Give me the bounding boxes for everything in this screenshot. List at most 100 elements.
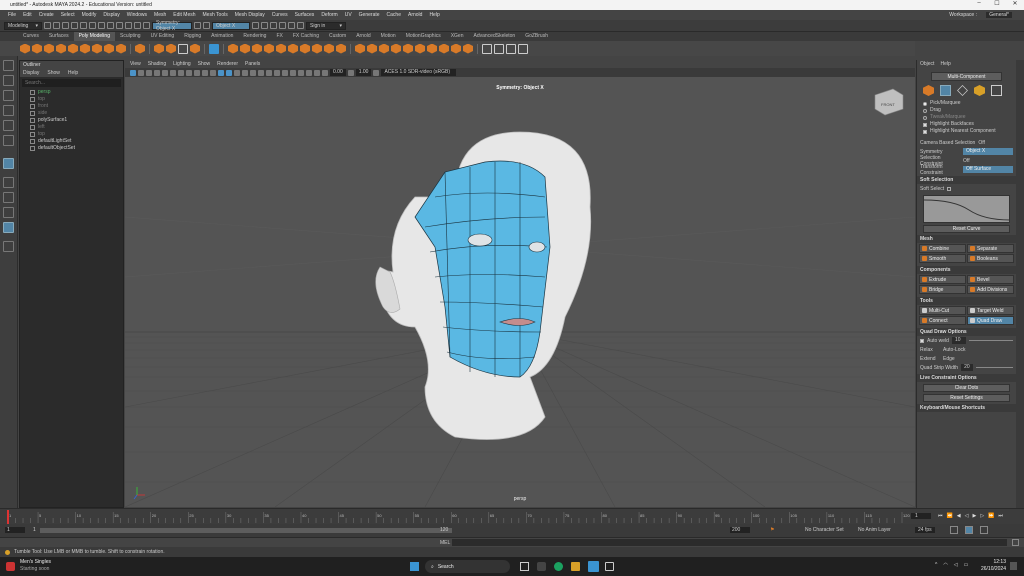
- edge-browser-icon[interactable]: [554, 562, 563, 571]
- play-forward-icon[interactable]: ▶: [972, 513, 976, 519]
- outliner-search-input[interactable]: Search...: [22, 79, 121, 87]
- select-component-icon[interactable]: [107, 22, 114, 29]
- paint-select-icon[interactable]: [3, 90, 14, 101]
- app-icon[interactable]: [605, 562, 614, 571]
- target-weld-button[interactable]: Target Weld: [967, 306, 1014, 315]
- auto-weld-slider[interactable]: [968, 340, 1013, 341]
- menu-uv[interactable]: UV: [345, 12, 352, 18]
- mirror-icon[interactable]: [276, 43, 286, 54]
- task-view-icon[interactable]: [520, 562, 529, 571]
- menu-select[interactable]: Select: [61, 12, 75, 18]
- poly-cone-icon[interactable]: [56, 43, 66, 54]
- falloff-curve-graph[interactable]: [923, 195, 1011, 223]
- viewport-menu-panels[interactable]: Panels: [245, 61, 260, 67]
- cmd-lang-label[interactable]: MEL: [440, 540, 450, 546]
- add-divisions-button[interactable]: Add Divisions: [967, 285, 1014, 294]
- shelf-tab-arnold[interactable]: Arnold: [351, 32, 375, 41]
- step-forward-icon[interactable]: ▷: [980, 513, 984, 519]
- step-back-icon[interactable]: ◀: [957, 513, 961, 519]
- append-icon[interactable]: [391, 43, 401, 54]
- boolean-union-icon[interactable]: [240, 43, 250, 54]
- separate-icon[interactable]: [166, 43, 176, 54]
- snap-surface-icon[interactable]: [143, 22, 150, 29]
- soft-select-checkbox[interactable]: [947, 186, 952, 191]
- antialiasing-icon[interactable]: [282, 69, 288, 76]
- outliner-menu-help[interactable]: Help: [68, 69, 78, 77]
- symmetry-dropdown[interactable]: Object X: [963, 148, 1013, 155]
- shelf-tab-rendering[interactable]: Rendering: [238, 32, 271, 41]
- tweak-marquee-option[interactable]: Tweak/Marquee: [917, 114, 1016, 121]
- auto-key-icon[interactable]: [965, 526, 973, 534]
- render-view-icon[interactable]: [252, 22, 259, 29]
- step-forward-key-icon[interactable]: ⏩: [988, 513, 994, 519]
- menu-mesh-display[interactable]: Mesh Display: [235, 12, 265, 18]
- start-icon[interactable]: [410, 562, 419, 571]
- separate-button[interactable]: Separate: [967, 244, 1014, 253]
- menu-surfaces[interactable]: Surfaces: [295, 12, 315, 18]
- viewport-menu-lighting[interactable]: Lighting: [173, 61, 191, 67]
- offset-edge-loop-icon[interactable]: [506, 43, 516, 54]
- head-model[interactable]: [375, 131, 592, 440]
- save-scene-icon[interactable]: [62, 22, 69, 29]
- outliner-item[interactable]: defaultObjectSet: [20, 145, 123, 152]
- exposure-field[interactable]: 0.00: [330, 69, 346, 76]
- outliner-item[interactable]: polySurface1: [20, 117, 123, 124]
- poke-icon[interactable]: [415, 43, 425, 54]
- fill-hole-icon[interactable]: [288, 43, 298, 54]
- symmetry-dropdown[interactable]: Symmetry: Object X: [152, 20, 192, 32]
- current-frame-field[interactable]: 1: [911, 513, 931, 519]
- safe-action-icon[interactable]: [202, 69, 208, 76]
- widget-icon[interactable]: [6, 562, 15, 571]
- render-icon[interactable]: [203, 22, 210, 29]
- svg-icon[interactable]: [190, 43, 200, 54]
- menu-cache[interactable]: Cache: [387, 12, 401, 18]
- new-scene-icon[interactable]: [44, 22, 51, 29]
- open-scene-icon[interactable]: [53, 22, 60, 29]
- signin-dropdown[interactable]: Sign in ▾: [306, 21, 346, 30]
- history-icon[interactable]: [194, 22, 201, 29]
- menu-edit-mesh[interactable]: Edit Mesh: [173, 12, 195, 18]
- extract-face-icon[interactable]: [439, 43, 449, 54]
- super-shape-icon[interactable]: [116, 43, 126, 54]
- highlight-backfaces-checkbox[interactable]: Highlight Backfaces: [917, 121, 1016, 128]
- safe-title-icon[interactable]: [210, 69, 216, 76]
- play-backward-icon[interactable]: ◁: [965, 513, 969, 519]
- xray-components-icon[interactable]: [314, 69, 320, 76]
- lights-icon[interactable]: [250, 69, 256, 76]
- menu-arnold[interactable]: Arnold: [408, 12, 422, 18]
- clock-time[interactable]: 12:13: [986, 559, 1006, 565]
- search-icon[interactable]: [3, 241, 14, 252]
- key-icon[interactable]: ⚑: [770, 527, 774, 533]
- range-inner-start[interactable]: 1: [33, 527, 36, 533]
- snap-point-icon[interactable]: [134, 22, 141, 29]
- resolution-gate-icon[interactable]: [178, 69, 184, 76]
- shelf-tab-fx-caching[interactable]: FX Caching: [288, 32, 324, 41]
- object-mode-icon[interactable]: [923, 85, 934, 96]
- poly-plane-icon[interactable]: [80, 43, 90, 54]
- camera-based-value[interactable]: Off: [978, 140, 985, 146]
- clear-dots-button[interactable]: Clear Dots: [923, 384, 1010, 392]
- menu-create[interactable]: Create: [39, 12, 54, 18]
- smooth-shade-icon[interactable]: [226, 69, 232, 76]
- bevel-button[interactable]: Bevel: [967, 275, 1014, 284]
- bookmark-icon[interactable]: [146, 69, 152, 76]
- poly-torus-icon[interactable]: [68, 43, 78, 54]
- xray-icon[interactable]: [298, 69, 304, 76]
- text-icon[interactable]: [178, 43, 188, 54]
- minimize-button[interactable]: –: [970, 0, 988, 7]
- outliner-item[interactable]: defaultLightSet: [20, 138, 123, 145]
- transform-constraint-dropdown[interactable]: Off Surface: [963, 166, 1013, 173]
- viewport-menu-show[interactable]: Show: [198, 61, 211, 67]
- image-plane-icon[interactable]: [154, 69, 160, 76]
- outliner-item[interactable]: persp: [20, 89, 123, 96]
- select-tool-icon[interactable]: [3, 60, 14, 71]
- object-field[interactable]: Object X: [212, 21, 250, 30]
- gamma-field[interactable]: 1.00: [355, 69, 372, 76]
- shadows-icon[interactable]: [258, 69, 264, 76]
- snap-curve-icon[interactable]: [125, 22, 132, 29]
- range-inner-end[interactable]: 120: [440, 527, 448, 533]
- bevel-icon[interactable]: [379, 43, 389, 54]
- shelf-tab-xgen[interactable]: XGen: [446, 32, 469, 41]
- menu-modify[interactable]: Modify: [82, 12, 97, 18]
- viewport[interactable]: FRONT Symmetry: Object X persp: [125, 77, 915, 507]
